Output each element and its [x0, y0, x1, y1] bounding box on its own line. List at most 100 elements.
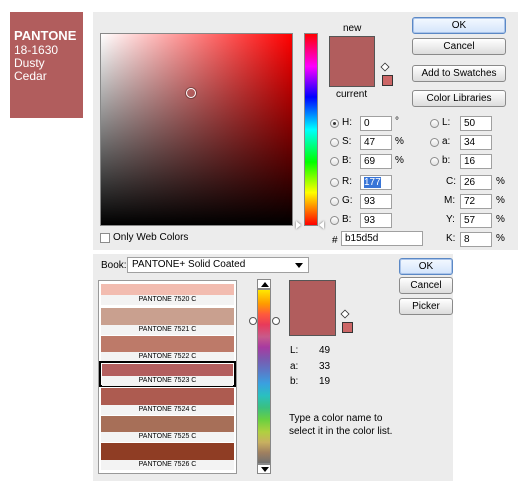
- swatch-name[interactable]: PANTONE 7520 C: [101, 295, 234, 305]
- r-radio[interactable]: [330, 178, 339, 187]
- g-label: G:: [342, 195, 353, 206]
- lab-a-field[interactable]: 34: [460, 135, 492, 150]
- h-radio[interactable]: [330, 119, 339, 128]
- lab-l-radio[interactable]: [430, 119, 439, 128]
- swatch-chip[interactable]: [101, 443, 234, 460]
- current-color-swatch[interactable]: [329, 62, 375, 87]
- k-label: K:: [446, 233, 456, 244]
- current-label: current: [336, 89, 368, 100]
- cancel-button[interactable]: Cancel: [412, 38, 506, 55]
- lib-b-value: 19: [319, 376, 331, 387]
- ok-button[interactable]: OK: [412, 17, 506, 34]
- library-ok-button[interactable]: OK: [399, 258, 453, 275]
- swatch-chip[interactable]: [101, 416, 234, 432]
- k-field[interactable]: 8: [460, 232, 492, 247]
- r-value-selected: 177: [364, 177, 381, 188]
- triangle-up-icon: [261, 282, 269, 287]
- card-name-line1: Dusty: [14, 56, 45, 70]
- lab-b-label: b:: [442, 155, 451, 166]
- cube-icon: [380, 62, 390, 72]
- swatch-chip[interactable]: [101, 308, 234, 325]
- lab-l-field[interactable]: 50: [460, 116, 492, 131]
- library-cancel-button[interactable]: Cancel: [399, 277, 453, 294]
- blue-field[interactable]: 93: [360, 213, 392, 228]
- swatch-name[interactable]: PANTONE 7525 C: [101, 432, 234, 442]
- lab-l-label: L:: [442, 117, 451, 128]
- r-field[interactable]: 177: [360, 175, 392, 190]
- b-field[interactable]: 69: [360, 154, 392, 169]
- b-unit: %: [395, 155, 404, 166]
- swatch-name[interactable]: PANTONE 7524 C: [101, 405, 234, 415]
- r-label: R:: [342, 176, 352, 187]
- swatch-name[interactable]: PANTONE 7526 C: [101, 460, 234, 470]
- card-brand: PANTONE: [14, 28, 77, 43]
- lib-a-label: a:: [290, 361, 299, 372]
- swatch-name[interactable]: PANTONE 7521 C: [101, 325, 234, 335]
- chevron-down-icon: [295, 263, 303, 268]
- lib-l-label: L:: [290, 345, 299, 356]
- hex-field[interactable]: b15d5d: [341, 231, 423, 246]
- m-field[interactable]: 72: [460, 194, 492, 209]
- y-unit: %: [496, 214, 505, 225]
- s-field[interactable]: 47: [360, 135, 392, 150]
- color-field[interactable]: [100, 33, 293, 226]
- triangle-down-icon: [261, 467, 269, 472]
- color-libraries-button[interactable]: Color Libraries: [412, 90, 506, 107]
- new-color-swatch: [329, 36, 375, 63]
- scroll-down-arrow[interactable]: [257, 464, 271, 474]
- lab-b-field[interactable]: 16: [460, 154, 492, 169]
- web-safe-swatch[interactable]: [342, 322, 353, 333]
- color-libraries-dialog: Book: PANTONE+ Solid Coated PANTONE 7520…: [93, 254, 453, 481]
- lab-a-radio[interactable]: [430, 138, 439, 147]
- blue-radio[interactable]: [330, 216, 339, 225]
- g-radio[interactable]: [330, 197, 339, 206]
- library-hint: Type a color name to select it in the co…: [289, 413, 393, 437]
- web-safe-swatch[interactable]: [382, 75, 393, 86]
- pantone-card: PANTONE 18-1630 Dusty Cedar: [10, 12, 83, 118]
- lib-a-value: 33: [319, 361, 331, 372]
- strip-right-marker[interactable]: [272, 317, 280, 325]
- c-label: C:: [446, 176, 456, 187]
- h-unit: °: [395, 116, 399, 127]
- m-label: M:: [444, 195, 456, 206]
- color-picker-dialog: new current OK Cancel Add to Swatches Co…: [93, 12, 518, 250]
- color-field-cursor[interactable]: [186, 88, 196, 98]
- add-to-swatches-button[interactable]: Add to Swatches: [412, 65, 506, 82]
- s-radio[interactable]: [330, 138, 339, 147]
- library-picker-button[interactable]: Picker: [399, 298, 453, 315]
- y-label: Y:: [446, 214, 455, 225]
- h-field[interactable]: 0: [360, 116, 392, 131]
- book-select[interactable]: PANTONE+ Solid Coated: [127, 257, 309, 273]
- y-field[interactable]: 57: [460, 213, 492, 228]
- g-field[interactable]: 93: [360, 194, 392, 209]
- swatch-chip[interactable]: [102, 364, 233, 376]
- book-label: Book:: [101, 260, 127, 271]
- b-label: B:: [342, 155, 352, 166]
- swatch-chip[interactable]: [101, 388, 234, 405]
- lab-b-radio[interactable]: [430, 157, 439, 166]
- swatch-chip[interactable]: [101, 336, 234, 352]
- hue-slider-left-arrow[interactable]: [296, 221, 301, 229]
- only-web-colors-label: Only Web Colors: [113, 232, 189, 243]
- library-color-preview: [289, 280, 336, 336]
- swatch-name[interactable]: PANTONE 7523 C: [102, 376, 233, 386]
- lib-l-value: 49: [319, 345, 331, 356]
- b-radio[interactable]: [330, 157, 339, 166]
- scroll-up-arrow[interactable]: [257, 279, 271, 289]
- h-label: H:: [342, 117, 352, 128]
- book-select-value: PANTONE+ Solid Coated: [132, 259, 246, 270]
- swatch-chip[interactable]: [101, 284, 234, 295]
- k-unit: %: [496, 233, 505, 244]
- library-color-strip[interactable]: [257, 289, 271, 464]
- new-label: new: [343, 23, 362, 34]
- only-web-colors-checkbox[interactable]: [100, 233, 110, 243]
- strip-left-marker[interactable]: [249, 317, 257, 325]
- hue-slider-right-arrow[interactable]: [319, 221, 324, 229]
- lib-b-label: b:: [290, 376, 299, 387]
- m-unit: %: [496, 195, 505, 206]
- card-code: 18-1630: [14, 43, 59, 57]
- s-label: S:: [342, 136, 352, 147]
- c-field[interactable]: 26: [460, 175, 492, 190]
- hue-slider[interactable]: [304, 33, 318, 226]
- hex-label: #: [332, 235, 338, 246]
